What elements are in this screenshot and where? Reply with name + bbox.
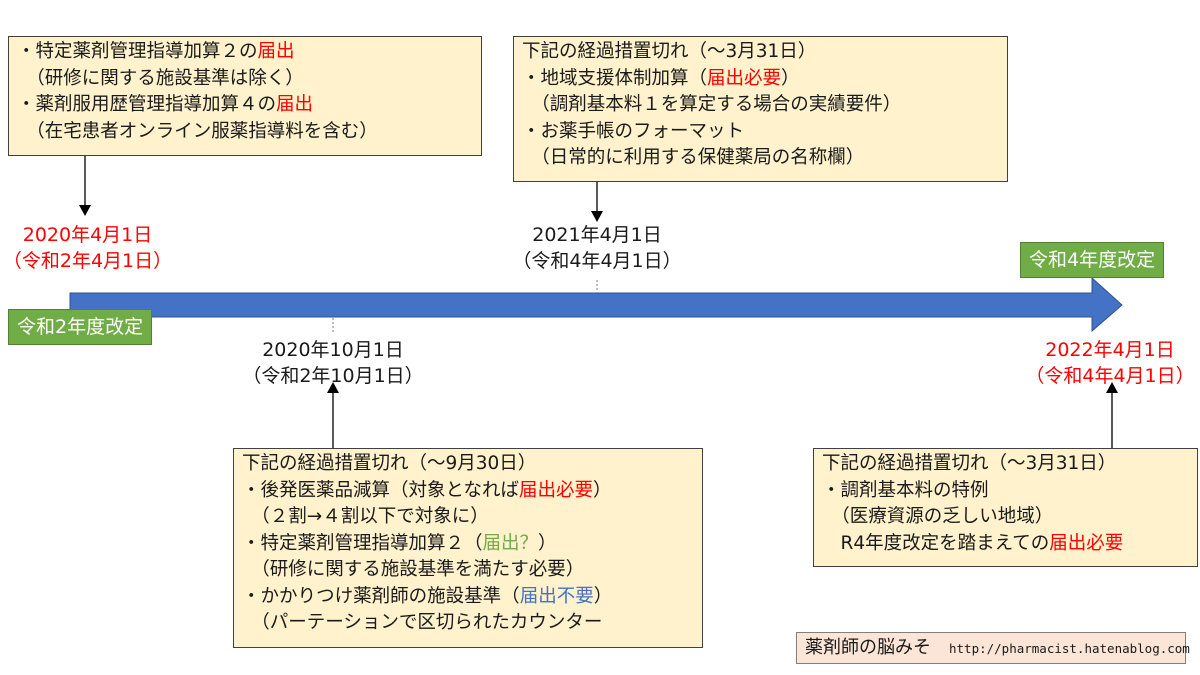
note-text: ・調剤基本料の特例 [822,479,989,501]
note-text: （医療資源の乏しい地域） [822,506,1054,527]
note-text: ・お薬手帳のフォーマット [522,120,745,142]
revision-tag-r2: 令和2年度改定 [8,309,153,345]
note-box-2022-04: 下記の経過措置切れ（～3月31日） ・調剤基本料の特例 （医療資源の乏しい地域）… [813,448,1198,567]
note-box-2020-04: ・特定薬剤管理指導加算２の届出 （研修に関する施設基準は除く） ・薬剤服用歴管理… [8,36,482,156]
highlight-red: 届出必要 [518,479,593,501]
date-line: 2021年4月1日 [532,224,662,246]
date-label-2020-10: 2020年10月1日 （令和2年10月1日） [228,337,438,389]
date-line: （令和2年4月1日） [2,250,173,272]
highlight-red: 届出必要 [707,67,782,89]
note-text: （パーテーションで区切られたカウンター [242,612,603,633]
note-text: （研修に関する施設基準を満たす必要） [242,559,585,580]
date-line: 2022年4月1日 [1045,339,1175,361]
note-box-2020-10: 下記の経過措置切れ（～9月30日） ・後発医薬品減算（対象となれば届出必要） （… [233,448,703,648]
note-text: ・後発医薬品減算（対象となれば [242,479,519,501]
date-line: （令和4年4月1日） [1025,365,1195,387]
note-text: ） [592,479,612,501]
note-text: ・地域支援体制加算（ [522,67,708,89]
note-text: ） [781,67,800,89]
credit-box: 薬剤師の脳みそ http://pharmacist.hatenablog.com [796,632,1190,664]
date-label-2020-04: 2020年4月1日 （令和2年4月1日） [0,222,175,274]
note-text: （研修に関する施設基準は除く） [17,67,304,89]
note-text: 下記の経過措置切れ（～9月30日） [242,453,537,474]
date-label-2021-04: 2021年4月1日 （令和4年4月1日） [497,222,697,274]
note-text: （調剤基本料１を算定する場合の実績要件） [522,94,902,115]
date-line: 2020年10月1日 [262,339,404,361]
note-text: 下記の経過措置切れ（～3月31日） [822,453,1117,474]
arrowhead-down-icon [591,211,603,222]
date-label-2022-04: 2022年4月1日 （令和4年4月1日） [1020,337,1200,389]
note-text: （２割→４割以下で対象に） [242,506,489,527]
credit-name: 薬剤師の脳みそ [805,637,931,658]
arrowhead-down-icon [79,205,91,216]
note-text: R4年度改定を踏まえての [822,532,1050,554]
note-text: ・特定薬剤管理指導加算２（ [242,532,483,554]
date-line: 2020年4月1日 [22,224,153,246]
note-text: （在宅患者オンライン服薬指導料を含む） [17,120,378,142]
note-text: （日常的に利用する保健薬局の名称欄） [522,147,865,168]
note-text: ・特定薬剤管理指導加算２の [17,41,258,62]
credit-url[interactable]: http://pharmacist.hatenablog.com [949,641,1190,656]
highlight-red: 届出 [276,94,314,115]
note-text: ・薬剤服用歴管理指導加算４の [17,94,277,115]
note-text: ） [593,585,613,607]
note-text: 下記の経過措置切れ（～3月31日） [522,41,817,62]
highlight-blue: 届出不要 [519,585,594,607]
revision-tag-r4: 令和4年度改定 [1020,242,1165,278]
highlight-green: 届出？ [482,532,539,554]
date-line: （令和4年4月1日） [512,250,682,272]
highlight-red: 届出必要 [1049,532,1124,554]
note-text: ） [538,532,557,554]
date-line: （令和2年10月1日） [242,365,424,387]
timeline-arrow [69,276,1123,333]
note-text: ・かかりつけ薬剤師の施設基準（ [242,585,520,607]
note-box-2021-04: 下記の経過措置切れ（～3月31日） ・地域支援体制加算（届出必要） （調剤基本料… [513,36,1008,182]
highlight-red: 届出 [257,41,295,62]
